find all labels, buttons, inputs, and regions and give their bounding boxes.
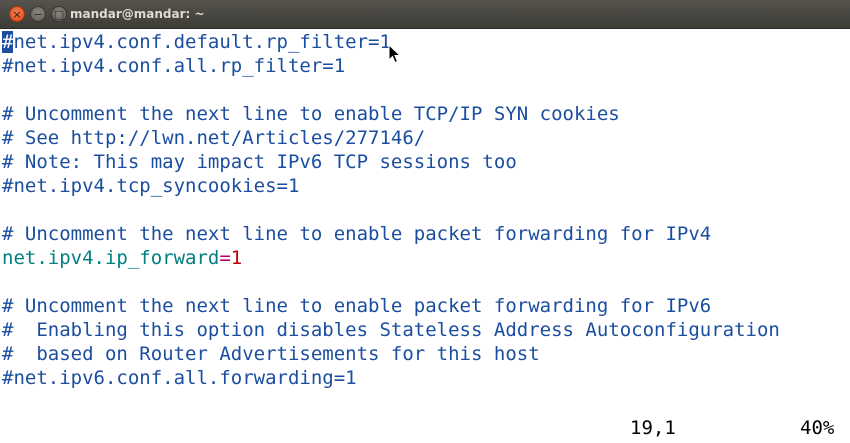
editor-line: # Uncomment the next line to enable pack… — [2, 223, 712, 245]
maximize-icon: □ — [53, 7, 65, 21]
comment-text: net.ipv4.conf.default.rp_filter=1 — [13, 31, 391, 53]
close-icon: × — [12, 7, 22, 21]
editor-line: # Uncomment the next line to enable TCP/… — [2, 103, 620, 125]
setting-value: 1 — [230, 247, 243, 269]
editor-line: #net.ipv4.tcp_syncookies=1 — [2, 175, 300, 197]
setting-key: net.ipv4.ip_forward — [2, 247, 220, 269]
maximize-window-button[interactable]: □ — [51, 6, 67, 22]
setting-operator: = — [219, 247, 231, 269]
editor-line: #net.ipv4.conf.all.rp_filter=1 — [2, 55, 346, 77]
editor-line: # Uncomment the next line to enable pack… — [2, 295, 712, 317]
editor-line: # Enabling this option disables Stateles… — [2, 319, 780, 341]
window-controls: × − □ — [9, 6, 67, 22]
scroll-percentage: 40% — [800, 417, 835, 439]
window-title: mandar@mandar: ~ — [70, 7, 205, 21]
editor-line: #net.ipv6.conf.all.forwarding=1 — [2, 367, 357, 389]
editor-line: # See http://lwn.net/Articles/277146/ — [2, 127, 426, 149]
close-window-button[interactable]: × — [9, 6, 25, 22]
editor-line: # based on Router Advertisements for thi… — [2, 343, 540, 365]
minimize-icon: − — [33, 7, 43, 21]
text-cursor: # — [2, 31, 14, 53]
window-titlebar[interactable]: × − □ mandar@mandar: ~ — [0, 0, 850, 29]
editor-line: #net.ipv4.conf.default.rp_filter=1 — [2, 30, 391, 54]
minimize-window-button[interactable]: − — [30, 6, 46, 22]
editor-line: # Note: This may impact IPv6 TCP session… — [2, 151, 517, 173]
cursor-position: 19,1 — [630, 417, 676, 439]
editor-line: net.ipv4.ip_forward=1 — [2, 246, 242, 270]
vim-editor[interactable]: #net.ipv4.conf.default.rp_filter=1 #net.… — [0, 29, 850, 443]
mouse-pointer-icon — [388, 44, 402, 64]
